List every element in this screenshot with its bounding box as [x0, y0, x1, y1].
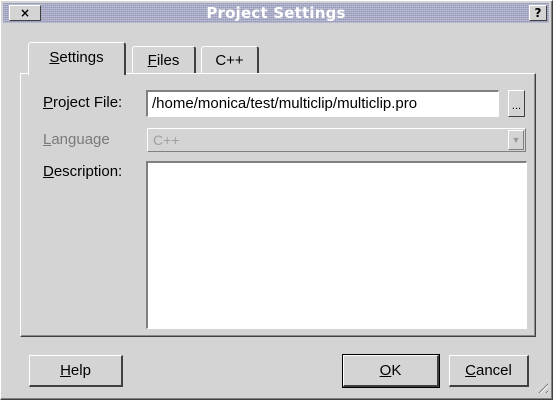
- description-access-key: D: [43, 163, 54, 180]
- language-label: Language: [43, 129, 110, 151]
- cancel-button-label: ancel: [475, 362, 512, 379]
- resize-grip-icon[interactable]: [534, 379, 548, 393]
- language-value: C++: [153, 132, 180, 148]
- window-title: Project Settings: [206, 4, 346, 22]
- help-button-access-key: H: [60, 362, 71, 379]
- cancel-button-access-key: C: [465, 362, 476, 379]
- help-button-label: elp: [70, 362, 91, 379]
- project-settings-dialog: Project Settings × ? Settings Files C++ …: [0, 0, 553, 400]
- project-file-access-key: P: [43, 94, 54, 111]
- tab-settings-access-key: S: [49, 49, 60, 66]
- language-select: C++ ▼: [147, 128, 526, 152]
- project-file-value: /home/monica/test/multiclip/multiclip.pr…: [152, 95, 418, 112]
- help-icon[interactable]: ?: [529, 5, 547, 21]
- close-icon[interactable]: ×: [9, 5, 41, 21]
- language-label-text: anguage: [51, 131, 110, 148]
- project-file-input[interactable]: /home/monica/test/multiclip/multiclip.pr…: [146, 90, 499, 117]
- description-label-text: escription:: [53, 163, 123, 180]
- ok-button-access-key: O: [379, 362, 392, 379]
- description-textarea[interactable]: [146, 161, 527, 329]
- title-bar[interactable]: Project Settings × ?: [3, 3, 549, 23]
- browse-button[interactable]: ...: [508, 90, 525, 117]
- description-label: Description:: [43, 161, 122, 183]
- tab-cpp-label: C++: [215, 52, 244, 69]
- ok-button[interactable]: OK: [342, 354, 440, 388]
- ok-button-label: K: [391, 362, 402, 379]
- project-file-label-text: roject File:: [53, 94, 123, 111]
- chevron-down-icon: ▼: [508, 130, 524, 150]
- tab-settings[interactable]: Settings: [28, 42, 126, 75]
- tab-files[interactable]: Files: [132, 46, 196, 74]
- tab-files-access-key: F: [147, 52, 157, 69]
- tab-files-label: iles: [156, 52, 180, 69]
- cancel-button[interactable]: Cancel: [449, 355, 529, 387]
- project-file-label: Project File:: [43, 92, 122, 114]
- tab-settings-label: ettings: [59, 49, 104, 66]
- tab-cpp[interactable]: C++: [201, 46, 259, 74]
- help-button[interactable]: Help: [29, 355, 123, 387]
